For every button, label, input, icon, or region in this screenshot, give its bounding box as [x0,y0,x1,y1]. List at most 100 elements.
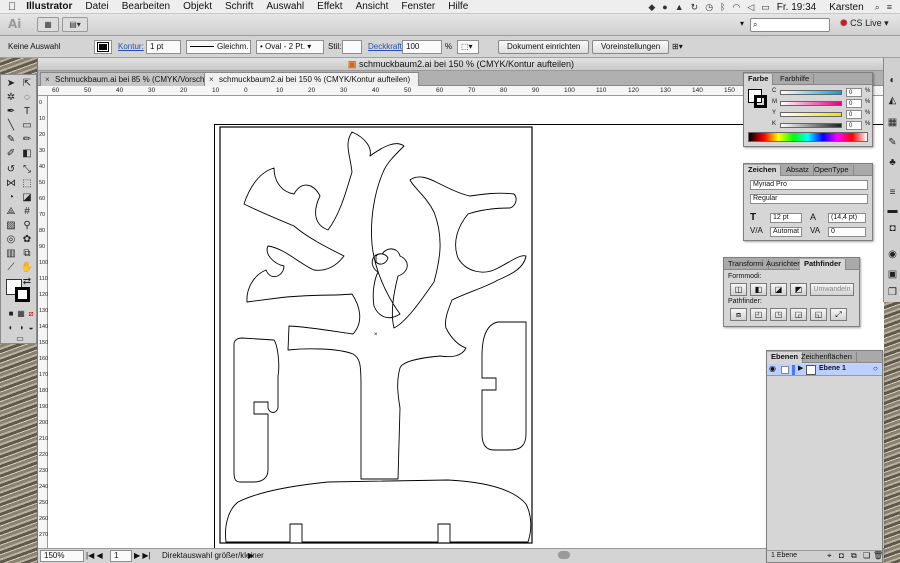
hand-tool-icon[interactable]: ✋ [20,261,34,274]
color-guide-icon[interactable]: ◭ [886,94,899,107]
deckkraft-field[interactable]: 100 [402,40,442,54]
spotlight-icon[interactable]: ⌕ [875,2,880,13]
gradient-tool-icon[interactable]: ▨ [4,219,18,232]
umwandeln-button[interactable]: Umwandeln [810,283,854,296]
timemachine-icon[interactable]: ◷ [705,2,713,13]
menu-app-name[interactable]: Illustrator [26,1,72,12]
new-layer-icon[interactable]: ❏ [863,551,870,560]
pen-tool-icon[interactable]: ✒ [4,105,18,118]
rotate-tool-icon[interactable]: ↺ [4,163,18,176]
farbe-stroke-swatch[interactable] [754,95,767,108]
next-artboard-icon[interactable]: ▶ ▶| [134,550,151,562]
preferences-button[interactable]: Voreinstellungen [592,40,670,54]
channel-slider[interactable] [780,90,842,95]
control-extra-icon[interactable]: ⊞▾ [672,40,683,54]
layer-row[interactable]: ◉ ▶ Ebene 1 ○ [767,364,882,376]
tab-farbhilfe[interactable]: Farbhilfe [776,74,815,85]
tab-farbe[interactable]: Farbe [744,74,774,85]
menu-datei[interactable]: Datei [85,1,108,12]
eraser-tool-icon[interactable]: ◧ [20,147,34,160]
channel-slider[interactable] [780,112,842,117]
tab-schmuckbaum[interactable]: × Schmuckbaum.ai bei 85 % (CMYK/Vorschau) [40,72,225,86]
width-tool-icon[interactable]: ⋈ [4,177,18,190]
channel-value-field[interactable]: 0 [846,88,862,97]
arrange-documents-button[interactable]: ▤▾ [62,17,88,32]
intersect-icon[interactable]: ◪ [770,283,787,296]
transparency-panel-icon[interactable]: ◘ [886,222,899,235]
brushes-icon[interactable]: ✎ [886,136,899,149]
menu-auswahl[interactable]: Auswahl [266,1,304,12]
merge-icon[interactable]: ◳ [770,308,787,321]
recolor-button[interactable]: ⬚▾ [457,40,479,54]
tab-schmuckbaum2[interactable]: × schmuckbaum2.ai bei 150 % (CMYK/Kontur … [204,72,420,86]
lasso-tool-icon[interactable]: ◌ [20,91,34,104]
minus-front-icon[interactable]: ◧ [750,283,767,296]
layers-dock-icon[interactable]: ❐ [886,286,899,299]
menu-fenster[interactable]: Fenster [401,1,435,12]
menu-schrift[interactable]: Schrift [225,1,253,12]
selection-tool-icon[interactable]: ➤ [4,77,18,90]
blend-tool-icon[interactable]: ◎ [4,233,18,246]
sync-icon[interactable]: ↻ [691,2,699,13]
slice-tool-icon[interactable]: ⟋ [4,261,18,274]
close-tab-icon[interactable]: × [45,73,50,86]
font-family-field[interactable]: Myriad Pro [750,180,868,190]
deckkraft-label[interactable]: Deckkraft: [368,40,404,54]
stroke-color-box[interactable] [15,287,30,302]
layer-name[interactable]: Ebene 1 [819,365,846,372]
paintbrush-tool-icon[interactable]: ✎ [4,133,18,146]
drive-icon[interactable]: ▲ [675,2,684,12]
scale-tool-icon[interactable]: ⤡ [20,163,34,176]
artboard-tool-icon[interactable]: ⧉ [20,247,34,260]
document-setup-button[interactable]: Dokument einrichten [498,40,590,54]
wifi-icon[interactable]: ◠ [732,2,740,13]
target-circle-icon[interactable]: ○ [873,364,878,373]
stroke-panel-icon[interactable]: ≡ [886,186,899,199]
magic-wand-tool-icon[interactable]: ✲ [4,91,18,104]
stroke-profile-dropdown[interactable]: Gleichm. [186,40,251,54]
symbols-icon[interactable]: ♣ [886,156,899,169]
locate-object-icon[interactable]: ⌖ [827,551,832,561]
direct-selection-tool-icon[interactable]: ⇱ [20,77,34,90]
rectangle-tool-icon[interactable]: ▭ [20,119,34,132]
channel-value-field[interactable]: 0 [846,110,862,119]
kontur-label[interactable]: Kontur: [118,40,144,54]
channel-slider[interactable] [780,123,842,128]
apple-icon[interactable]:  [8,1,16,13]
expand-layer-icon[interactable]: ▶ [798,364,803,372]
bluetooth-icon[interactable]: ᛒ [720,2,725,12]
visibility-eye-icon[interactable]: ◉ [769,364,776,373]
column-graph-tool-icon[interactable]: ▥ [4,247,18,260]
menu-hilfe[interactable]: Hilfe [448,1,468,12]
vertical-ruler[interactable]: 0 10 20 30 40 50 60 70 80 90 100 110 120 130 140 150 160… [38,96,48,548]
perspective-grid-tool-icon[interactable]: ⟁ [4,205,18,218]
horizontal-scroll-thumb[interactable] [558,551,570,559]
blob-brush-tool-icon[interactable]: ✐ [4,147,18,160]
symbol-sprayer-tool-icon[interactable]: ✿ [20,233,34,246]
cs-live-button[interactable]: ✺ CS Live ▾ [840,18,889,29]
volume-icon[interactable]: ◁ [747,2,754,13]
color-spectrum-bar[interactable] [748,132,868,142]
minus-back-icon[interactable]: ⤢ [830,308,847,321]
outline-icon[interactable]: ◱ [810,308,827,321]
menu-ansicht[interactable]: Ansicht [356,1,389,12]
menubar-clock[interactable]: Fr. 19:34 [777,2,816,13]
kontur-width-field[interactable]: 1 pt [146,40,181,54]
color-panel-icon[interactable]: ◐ [886,74,899,87]
help-search-input[interactable]: ⌕ [750,18,830,32]
exclude-icon[interactable]: ◩ [790,283,807,296]
font-size-field[interactable]: 12 pt [770,213,802,223]
tab-zeichenflaechen[interactable]: Zeichenflächen [797,352,857,363]
type-tool-icon[interactable]: T [20,105,34,118]
menu-bearbeiten[interactable]: Bearbeiten [122,1,170,12]
kerning-field[interactable]: Automat [770,227,802,237]
graphic-styles-icon[interactable]: ▣ [886,268,899,281]
tab-opentype[interactable]: OpenType [810,165,854,176]
tracking-field[interactable]: 0 [828,227,866,237]
brush-dropdown[interactable]: • Oval - 2 Pt. ▾ [256,40,324,54]
clipping-mask-icon[interactable]: ◘ [839,551,844,560]
free-transform-tool-icon[interactable]: ⬚ [20,177,34,190]
menu-objekt[interactable]: Objekt [183,1,212,12]
tab-zeichen[interactable]: Zeichen [744,165,782,176]
line-tool-icon[interactable]: ╲ [4,119,18,132]
